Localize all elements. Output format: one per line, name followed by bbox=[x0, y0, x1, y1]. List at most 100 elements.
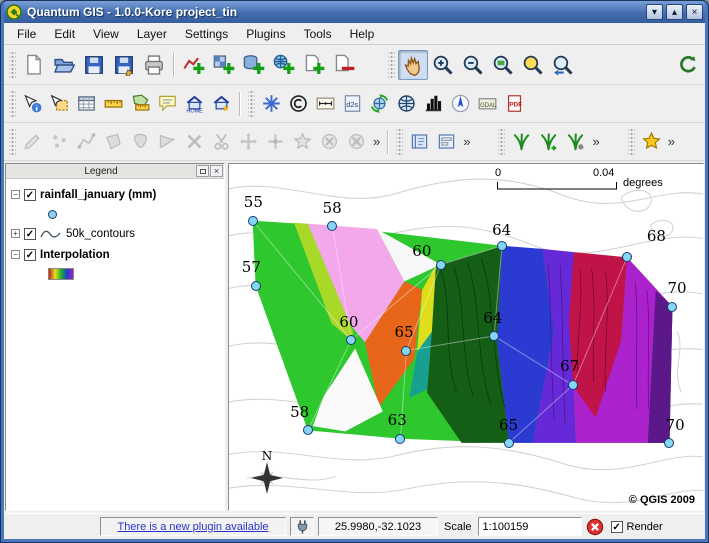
toolbar-drag-handle[interactable] bbox=[9, 91, 16, 117]
raster-histogram-icon[interactable] bbox=[420, 90, 447, 117]
text-annotation-icon[interactable] bbox=[406, 128, 433, 155]
move-vertex-icon[interactable] bbox=[235, 128, 262, 155]
measure-line-icon[interactable] bbox=[100, 90, 127, 117]
menu-file[interactable]: File bbox=[8, 24, 45, 44]
quick-print-icon[interactable]: PDF bbox=[501, 90, 528, 117]
stop-render-button[interactable] bbox=[586, 516, 607, 537]
capture-line-icon[interactable] bbox=[73, 128, 100, 155]
refresh-map-icon[interactable] bbox=[673, 50, 703, 80]
menu-settings[interactable]: Settings bbox=[176, 24, 237, 44]
toolbar-drag-handle[interactable] bbox=[396, 129, 403, 155]
render-checkbox[interactable]: ✓ bbox=[611, 521, 623, 533]
new-project-icon[interactable] bbox=[19, 50, 49, 80]
copyright-label-icon[interactable] bbox=[285, 90, 312, 117]
favorites-star-icon[interactable] bbox=[638, 128, 665, 155]
pan-map-icon[interactable] bbox=[398, 50, 428, 80]
map-canvas[interactable]: 0 0.04 degrees N © QGIS 2009 55586064685… bbox=[228, 163, 704, 511]
ogr-converter-icon[interactable] bbox=[366, 90, 393, 117]
legend-layer-3[interactable]: −✓Interpolation bbox=[8, 244, 222, 265]
delete-part-icon[interactable] bbox=[343, 128, 370, 155]
gdal-tools-icon[interactable]: GDAL bbox=[474, 90, 501, 117]
split-features-icon[interactable] bbox=[154, 128, 181, 155]
legend-layer-1[interactable]: −✓rainfall_january (mm) bbox=[8, 184, 222, 205]
grass-open-mapset-icon[interactable] bbox=[508, 128, 535, 155]
capture-polygon-icon[interactable] bbox=[100, 128, 127, 155]
toolbar-row-2: HOME d2s GDALPDF bbox=[4, 85, 705, 123]
map-tips-icon[interactable] bbox=[154, 90, 181, 117]
add-postgis-layer-icon[interactable] bbox=[239, 50, 269, 80]
open-project-icon[interactable] bbox=[49, 50, 79, 80]
delete-selected-icon[interactable] bbox=[181, 128, 208, 155]
legend-layer-2[interactable]: +✓50k_contours bbox=[8, 223, 222, 244]
new-vector-layer-icon[interactable] bbox=[299, 50, 329, 80]
menu-edit[interactable]: Edit bbox=[45, 24, 84, 44]
show-bookmarks-icon[interactable] bbox=[208, 90, 235, 117]
toolbar-overflow-icon[interactable]: » bbox=[589, 134, 602, 149]
grass-tools-icon[interactable] bbox=[562, 128, 589, 155]
tree-expander-icon[interactable]: + bbox=[11, 229, 20, 238]
menu-help[interactable]: Help bbox=[341, 24, 384, 44]
toolbar-drag-handle[interactable] bbox=[9, 52, 16, 78]
zoom-selection-icon[interactable] bbox=[518, 50, 548, 80]
toolbar-drag-handle[interactable] bbox=[248, 91, 255, 117]
add-wms-layer-icon[interactable] bbox=[269, 50, 299, 80]
node-tool-icon[interactable] bbox=[262, 128, 289, 155]
toggle-editing-icon[interactable] bbox=[19, 128, 46, 155]
simplify-feature-icon[interactable] bbox=[289, 128, 316, 155]
toolbar-drag-handle[interactable] bbox=[498, 129, 505, 155]
form-annotation-icon[interactable] bbox=[433, 128, 460, 155]
toolbar-overflow-icon[interactable]: » bbox=[665, 134, 678, 149]
toolbar-drag-handle[interactable] bbox=[388, 52, 395, 78]
scale-bar-plugin-icon[interactable] bbox=[312, 90, 339, 117]
identify-icon[interactable] bbox=[19, 90, 46, 117]
tree-expander-icon[interactable]: − bbox=[11, 250, 20, 259]
maximize-button[interactable]: ▴ bbox=[666, 4, 683, 20]
plugin-installer-icon[interactable] bbox=[393, 90, 420, 117]
zoom-full-icon[interactable] bbox=[488, 50, 518, 80]
copyright-label: © QGIS 2009 bbox=[629, 494, 695, 506]
toolbar-drag-handle[interactable] bbox=[628, 129, 635, 155]
layer-visibility-checkbox[interactable]: ✓ bbox=[24, 249, 36, 261]
toolbar-drag-handle[interactable] bbox=[9, 129, 16, 155]
minimize-button[interactable]: ▾ bbox=[646, 4, 663, 20]
plugin-indicator-button[interactable] bbox=[290, 517, 314, 536]
new-bookmark-icon[interactable]: HOME bbox=[181, 90, 208, 117]
close-button[interactable]: × bbox=[686, 4, 703, 20]
grass-new-mapset-icon[interactable] bbox=[535, 128, 562, 155]
delete-ring-icon[interactable] bbox=[316, 128, 343, 155]
menu-tools[interactable]: Tools bbox=[295, 24, 341, 44]
measure-area-icon[interactable] bbox=[127, 90, 154, 117]
select-features-icon[interactable] bbox=[46, 90, 73, 117]
capture-point-icon[interactable] bbox=[46, 128, 73, 155]
tree-expander-icon[interactable]: − bbox=[11, 190, 20, 199]
render-toggle[interactable]: ✓ Render bbox=[611, 521, 663, 533]
remove-layer-icon[interactable] bbox=[329, 50, 359, 80]
graticule-builder-icon[interactable] bbox=[258, 90, 285, 117]
save-project-as-icon[interactable] bbox=[109, 50, 139, 80]
layer-visibility-checkbox[interactable]: ✓ bbox=[24, 189, 36, 201]
add-vector-layer-icon[interactable] bbox=[179, 50, 209, 80]
dxf2shp-icon[interactable]: d2s bbox=[339, 90, 366, 117]
toolbar-overflow-icon[interactable]: » bbox=[460, 134, 473, 149]
titlebar[interactable]: Quantum GIS - 1.0.0-Kore project_tin ▾ ▴… bbox=[4, 1, 705, 23]
panel-close-button[interactable] bbox=[210, 165, 223, 177]
north-arrow-plugin-icon[interactable] bbox=[447, 90, 474, 117]
toolbar-overflow-icon[interactable]: » bbox=[370, 134, 383, 149]
zoom-in-icon[interactable] bbox=[428, 50, 458, 80]
panel-float-button[interactable] bbox=[196, 165, 209, 177]
zoom-last-icon[interactable] bbox=[548, 50, 578, 80]
save-project-icon[interactable] bbox=[79, 50, 109, 80]
new-plugin-link[interactable]: There is a new plugin available bbox=[100, 517, 286, 536]
menu-plugins[interactable]: Plugins bbox=[237, 24, 294, 44]
attribute-table-icon[interactable] bbox=[73, 90, 100, 117]
scale-input[interactable] bbox=[478, 517, 582, 536]
layer-visibility-checkbox[interactable]: ✓ bbox=[24, 228, 36, 240]
menu-view[interactable]: View bbox=[84, 24, 128, 44]
print-icon[interactable] bbox=[139, 50, 169, 80]
move-feature-icon[interactable] bbox=[127, 128, 154, 155]
add-raster-layer-icon[interactable] bbox=[209, 50, 239, 80]
cut-features-icon[interactable] bbox=[208, 128, 235, 155]
toolbar-row-1 bbox=[4, 45, 705, 85]
menu-layer[interactable]: Layer bbox=[128, 24, 176, 44]
zoom-out-icon[interactable] bbox=[458, 50, 488, 80]
